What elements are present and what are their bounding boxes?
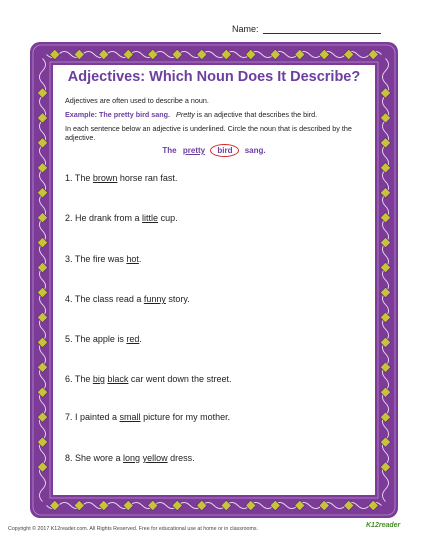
name-line [262, 24, 381, 34]
underlined-adjective: hot [126, 254, 139, 264]
sentence-text: 1. The [65, 173, 93, 183]
demo-circled-noun: bird [210, 144, 240, 157]
sentence-1: 1. The brown horse ran fast. [65, 173, 177, 183]
sentence-6: 6. The big black car went down the stree… [65, 374, 231, 384]
underlined-adjective: funny [143, 294, 166, 304]
underlined-adjective: yellow [142, 453, 168, 463]
demo-word-the: The [162, 146, 177, 155]
example-rest: is an adjective that describes the bird. [196, 110, 318, 119]
sentence-text: 6. The [65, 374, 93, 384]
underlined-adjective: red [126, 334, 140, 344]
intro-text: Adjectives are often used to describe a … [65, 96, 209, 105]
underlined-adjective: black [107, 374, 129, 384]
instructions-text: In each sentence below an adjective is u… [65, 124, 352, 142]
example-italic-word: Pretty [176, 110, 195, 119]
sentence-text: 5. The apple is [65, 334, 127, 344]
copyright-notice: Copyright © 2017 K12reader.com. All Righ… [8, 526, 259, 532]
underlined-adjective: small [119, 412, 141, 422]
sentence-7: 7. I painted a small picture for my moth… [65, 412, 230, 422]
demo-word-adjective: pretty [182, 146, 206, 155]
sentence-text: 7. I painted a [65, 412, 120, 422]
sentence-text: 2. He drank from a [65, 213, 143, 223]
sentence-5: 5. The apple is red. [65, 334, 142, 344]
decorative-border: Adjectives: Which Noun Does It Describe?… [30, 42, 398, 518]
example-label: Example: The pretty bird sang. [65, 110, 171, 119]
sentence-text: horse ran fast. [117, 173, 178, 183]
example-line: Example: The pretty bird sang. Pretty is… [65, 110, 369, 119]
sentence-8: 8. She wore a long yellow dress. [65, 453, 195, 463]
sentence-text: 3. The fire was [65, 254, 127, 264]
demo-sentence: The pretty bird sang. [53, 144, 375, 157]
underlined-adjective: little [142, 213, 159, 223]
sentence-text: story. [165, 294, 190, 304]
sentence-text: picture for my mother. [140, 412, 231, 422]
demo-word-sang: sang. [244, 146, 266, 155]
worksheet-title: Adjectives: Which Noun Does It Describe? [67, 69, 361, 85]
underlined-adjective: big [92, 374, 105, 384]
sentence-3: 3. The fire was hot. [65, 254, 141, 264]
sentence-2: 2. He drank from a little cup. [65, 213, 178, 223]
underlined-adjective: brown [92, 173, 118, 183]
name-field: Name: [232, 24, 381, 34]
sentence-text: . [139, 334, 142, 344]
k12reader-logo: K12reader [366, 522, 401, 529]
sentence-4: 4. The class read a funny story. [65, 294, 190, 304]
sentence-text: 8. She wore a [65, 453, 124, 463]
worksheet-content: Adjectives: Which Noun Does It Describe?… [53, 65, 375, 495]
sentence-text: cup. [158, 213, 178, 223]
name-label: Name: [232, 24, 259, 34]
sentence-text: dress. [167, 453, 195, 463]
sentence-text: car went down the street. [128, 374, 232, 384]
underlined-adjective: long [123, 453, 141, 463]
sentence-text: . [138, 254, 142, 264]
sentence-text: 4. The class read a [65, 294, 144, 304]
